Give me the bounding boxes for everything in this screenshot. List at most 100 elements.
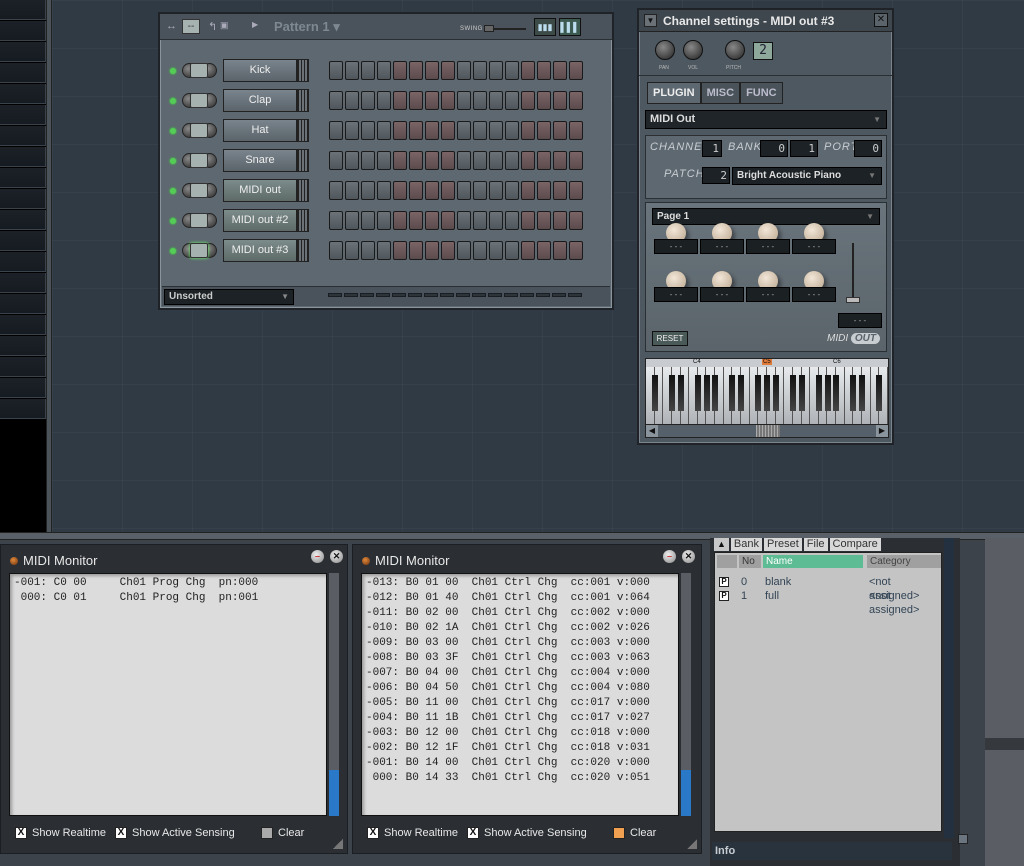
step-button[interactable]	[393, 241, 407, 260]
show-realtime-option[interactable]: X Show Realtime	[367, 827, 458, 839]
step-button[interactable]	[505, 121, 519, 140]
step-button[interactable]	[441, 91, 455, 110]
step-button[interactable]	[457, 181, 471, 200]
step-button[interactable]	[329, 241, 343, 260]
black-key[interactable]	[850, 375, 857, 411]
step-button[interactable]	[505, 241, 519, 260]
step-button[interactable]	[441, 121, 455, 140]
step-button[interactable]	[329, 91, 343, 110]
undo-icon[interactable]: ↰	[208, 20, 217, 33]
step-button[interactable]	[537, 241, 551, 260]
port-value[interactable]: 0	[854, 140, 882, 157]
step-button[interactable]	[329, 151, 343, 170]
resize-grip[interactable]	[687, 839, 697, 849]
volume-knob[interactable]	[683, 40, 703, 60]
pitch-range-display[interactable]: 2	[753, 42, 773, 60]
browser-row[interactable]	[0, 105, 46, 125]
step-button[interactable]	[537, 91, 551, 110]
mute-led[interactable]	[170, 188, 176, 194]
mute-led[interactable]	[170, 98, 176, 104]
monitor-scrollbar[interactable]	[329, 573, 339, 816]
step-button[interactable]	[409, 181, 423, 200]
show-realtime-option[interactable]: X Show Realtime	[15, 827, 106, 839]
step-button[interactable]	[393, 181, 407, 200]
step-button[interactable]	[441, 211, 455, 230]
black-key[interactable]	[815, 375, 822, 411]
step-button[interactable]	[409, 211, 423, 230]
clear-option[interactable]: Clear	[613, 827, 656, 839]
channel-grip[interactable]	[297, 209, 309, 232]
channel-select-indicator[interactable]	[190, 123, 208, 138]
step-button[interactable]	[361, 91, 375, 110]
step-button[interactable]	[473, 121, 487, 140]
step-button[interactable]	[521, 211, 535, 230]
bank-msb-value[interactable]: 1	[790, 140, 818, 157]
step-button[interactable]	[393, 121, 407, 140]
step-button[interactable]	[537, 121, 551, 140]
step-button[interactable]	[377, 241, 391, 260]
step-button[interactable]	[553, 211, 567, 230]
fader-handle[interactable]	[846, 297, 860, 303]
step-button[interactable]	[393, 151, 407, 170]
step-button[interactable]	[329, 61, 343, 80]
step-button[interactable]	[361, 61, 375, 80]
step-button[interactable]	[345, 61, 359, 80]
mute-led[interactable]	[170, 158, 176, 164]
scroll-right-icon[interactable]: ▶	[876, 425, 888, 437]
tab-compare[interactable]: Compare	[829, 538, 881, 551]
channel-grip[interactable]	[297, 239, 309, 262]
step-button[interactable]	[473, 211, 487, 230]
black-key[interactable]	[824, 375, 831, 411]
channel-name-button[interactable]: Kick	[223, 59, 297, 82]
black-key[interactable]	[694, 375, 701, 411]
minimize-icon[interactable]: –	[663, 550, 676, 563]
step-button[interactable]	[473, 61, 487, 80]
browser-row[interactable]	[0, 84, 46, 104]
step-button[interactable]	[569, 211, 583, 230]
browser-row[interactable]	[0, 63, 46, 83]
step-button[interactable]	[409, 61, 423, 80]
step-button[interactable]	[425, 211, 439, 230]
scroll-left-icon[interactable]: ◀	[646, 425, 658, 437]
patch-value[interactable]: 2	[702, 167, 730, 184]
step-button[interactable]	[457, 241, 471, 260]
step-button[interactable]	[425, 151, 439, 170]
channel-select-indicator[interactable]	[190, 213, 208, 228]
tab-preset[interactable]: Preset	[764, 538, 802, 551]
channel-select-indicator[interactable]	[190, 153, 208, 168]
clear-option[interactable]: Clear	[261, 827, 304, 839]
browser-row[interactable]	[0, 210, 46, 230]
step-button[interactable]	[441, 181, 455, 200]
step-button[interactable]	[553, 91, 567, 110]
preset-row[interactable]: P 1 full <not assigned>	[715, 589, 943, 616]
channel-grip[interactable]	[297, 59, 309, 82]
step-button[interactable]	[409, 151, 423, 170]
black-key[interactable]	[789, 375, 796, 411]
show-active-sensing-checkbox[interactable]: X	[467, 827, 479, 839]
step-button[interactable]	[345, 211, 359, 230]
step-button[interactable]	[361, 121, 375, 140]
resize-handle[interactable]	[958, 834, 968, 844]
step-button[interactable]	[377, 91, 391, 110]
black-key[interactable]	[798, 375, 805, 411]
step-button[interactable]	[377, 61, 391, 80]
step-button[interactable]	[521, 181, 535, 200]
browser-row[interactable]	[0, 336, 46, 356]
step-button[interactable]	[425, 121, 439, 140]
step-button[interactable]	[425, 181, 439, 200]
mute-led[interactable]	[170, 128, 176, 134]
black-key[interactable]	[876, 375, 883, 411]
monitor-scrollbar[interactable]	[681, 573, 691, 816]
step-button[interactable]	[409, 121, 423, 140]
browser-row[interactable]	[0, 147, 46, 167]
step-button[interactable]	[553, 151, 567, 170]
channel-select-indicator[interactable]	[190, 93, 208, 108]
channel-name-button[interactable]: MIDI out	[223, 179, 297, 202]
step-button[interactable]	[505, 91, 519, 110]
minimize-icon[interactable]: –	[311, 550, 324, 563]
step-button[interactable]	[505, 211, 519, 230]
browser-row[interactable]	[0, 189, 46, 209]
step-button[interactable]	[553, 61, 567, 80]
tab-file[interactable]: File	[803, 538, 828, 551]
play-arrow-icon[interactable]: ▶	[252, 20, 258, 29]
